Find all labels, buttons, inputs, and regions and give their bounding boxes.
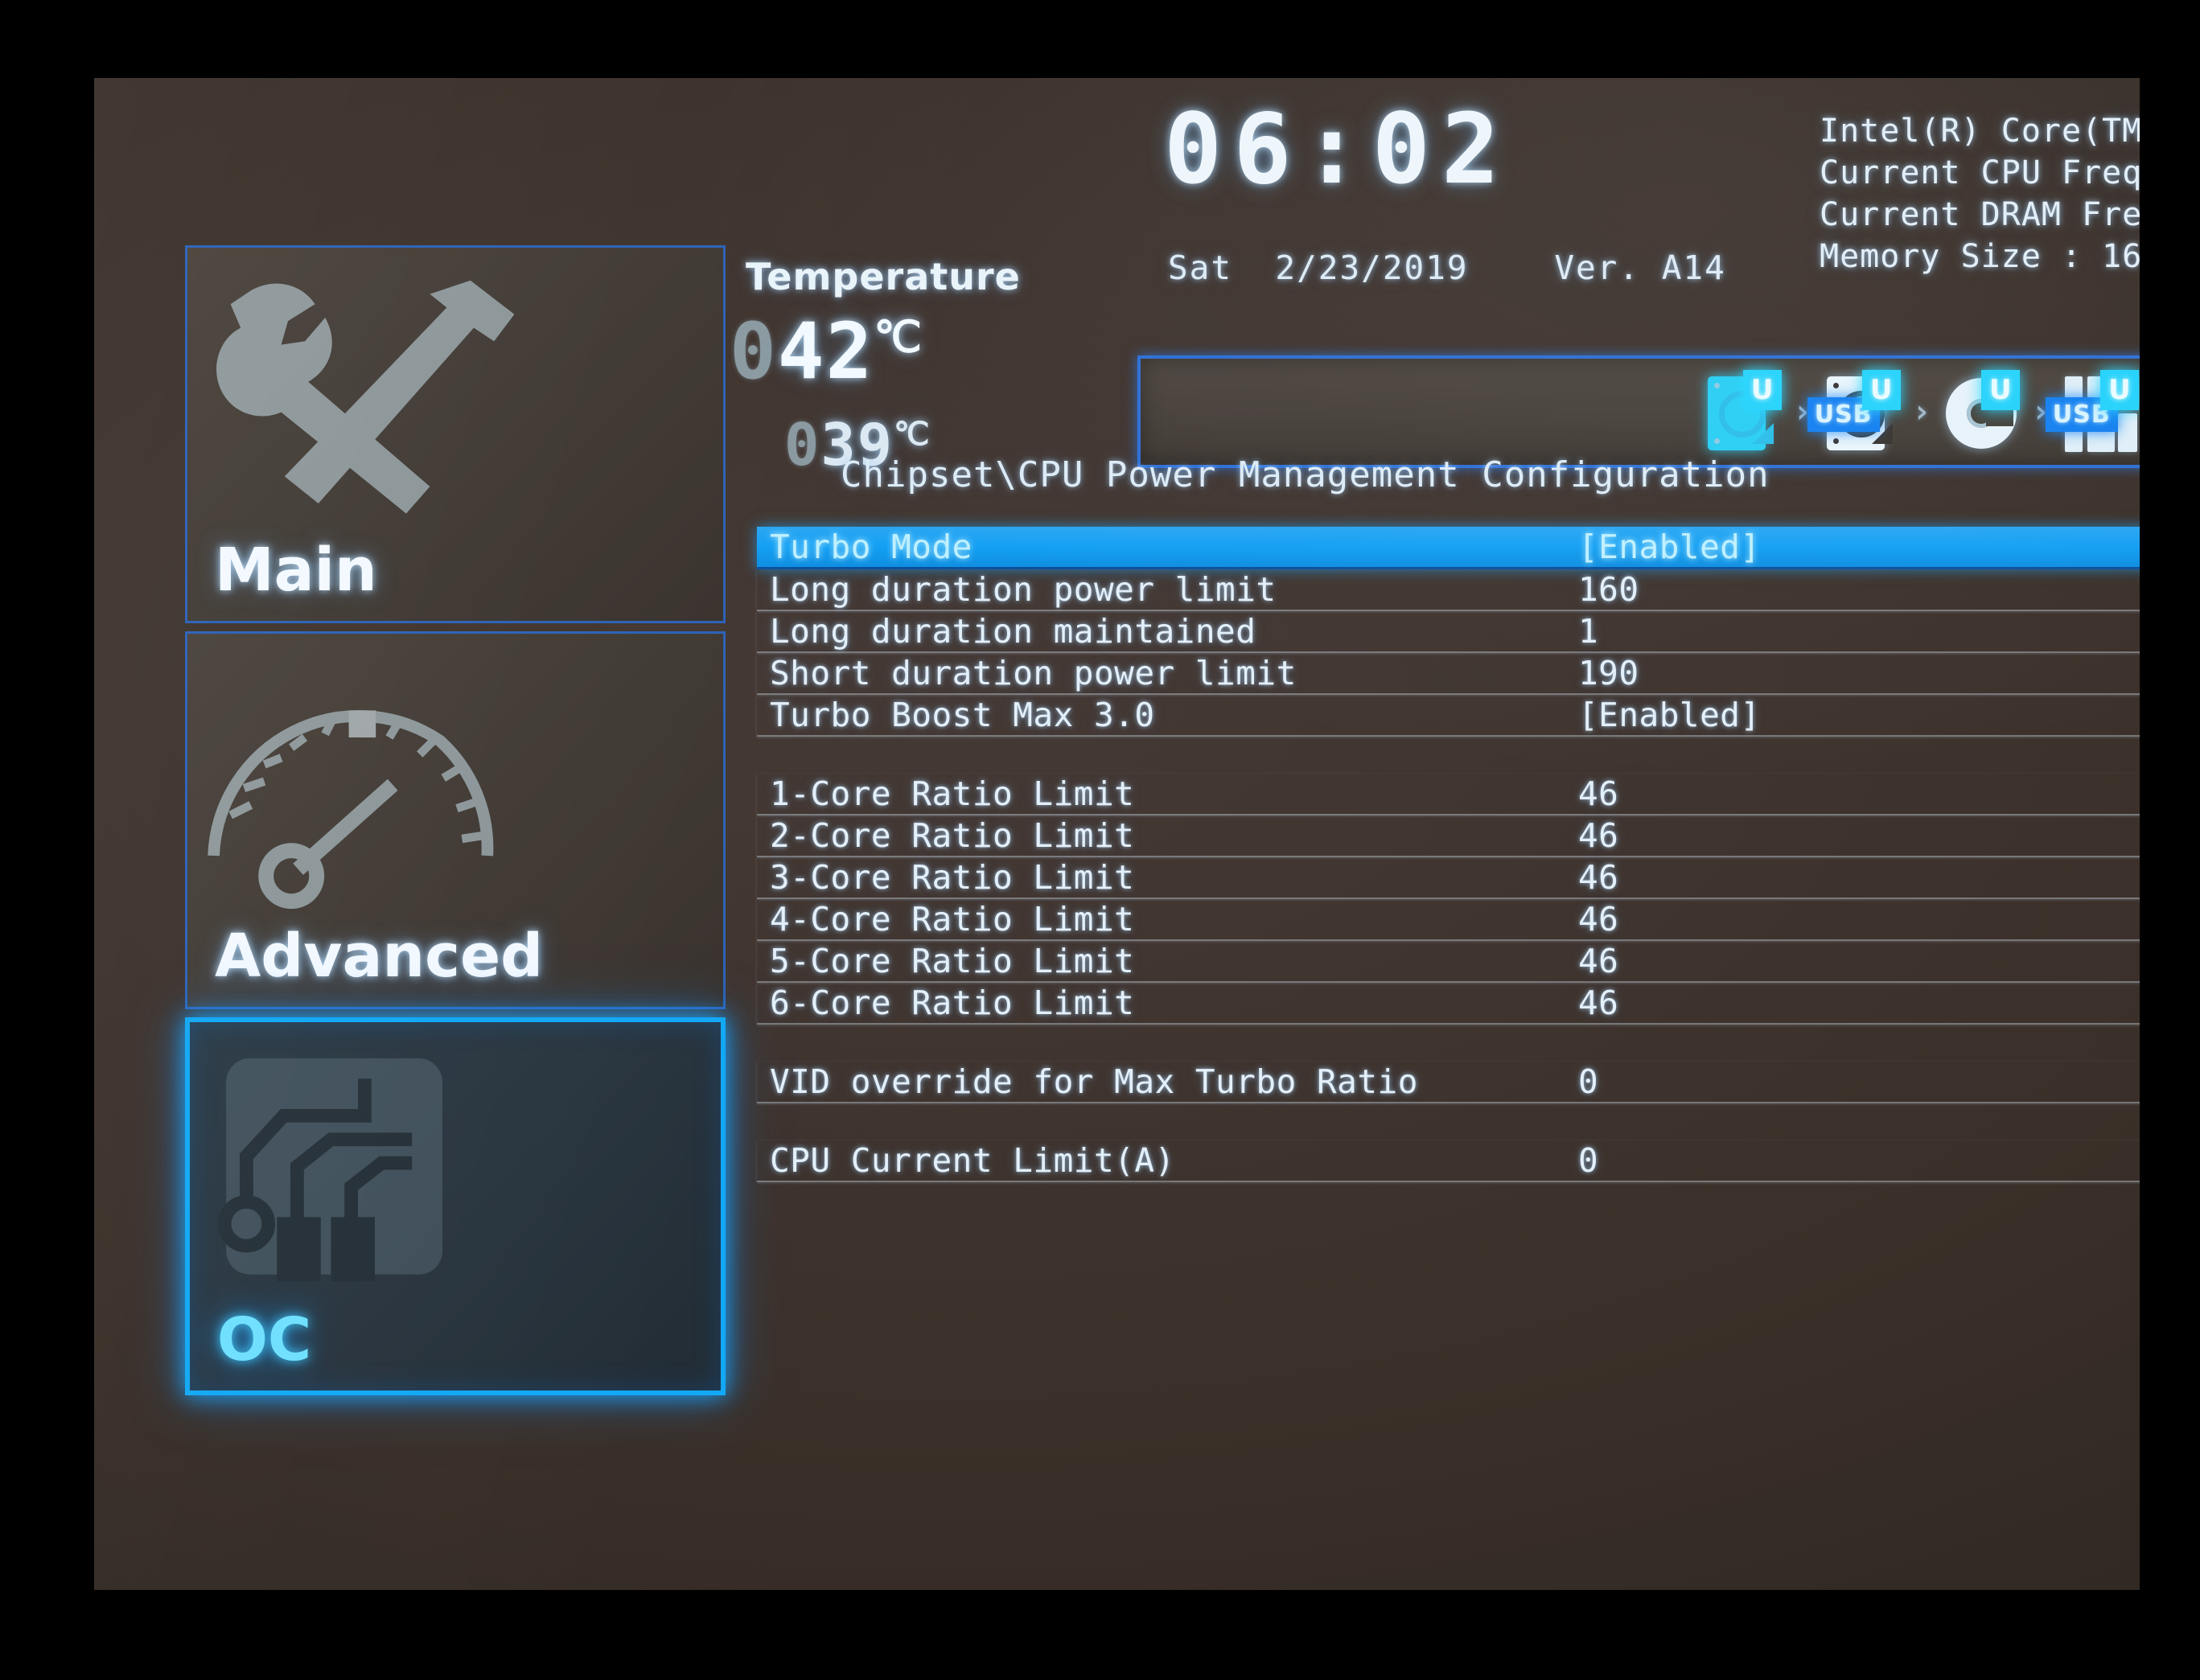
settings-row[interactable]: Long duration power limit 160 — [757, 569, 2140, 611]
settings-row-label: 5-Core Ratio Limit — [770, 942, 1135, 980]
settings-row-label: 1-Core Ratio Limit — [770, 774, 1135, 813]
settings-row[interactable]: VID override for Max Turbo Ratio 0 — [757, 1062, 2140, 1103]
sidebar-item-advanced[interactable]: Advanced — [185, 631, 726, 1009]
settings-row-label: Long duration power limit — [770, 570, 1277, 609]
gauge-icon — [208, 710, 494, 910]
settings-row[interactable]: Short duration power limit 190 — [757, 653, 2140, 695]
settings-row[interactable]: Turbo Boost Max 3.0 [Enabled] — [757, 695, 2140, 737]
settings-row[interactable]: 4-Core Ratio Limit 46 — [757, 899, 2140, 941]
settings-row-value[interactable]: 46 — [1578, 816, 1618, 855]
settings-row[interactable]: 1-Core Ratio Limit 46 — [757, 774, 2140, 815]
settings-row-label: Short duration power limit — [770, 654, 1297, 692]
section-sidebar[interactable]: Main Advanced OC — [94, 245, 726, 1403]
breadcrumb: Chipset\CPU Power Management Configurati… — [841, 454, 1770, 495]
settings-row-value[interactable]: 46 — [1578, 858, 1618, 897]
settings-row-value[interactable]: 46 — [1578, 900, 1618, 939]
settings-row-spacer — [757, 1025, 2140, 1062]
settings-list[interactable]: Turbo Mode [Enabled] Long duration power l… — [757, 527, 2140, 1182]
sidebar-item-oc-label: OC — [217, 1305, 312, 1374]
settings-row-label: 2-Core Ratio Limit — [770, 816, 1135, 855]
sidebar-item-oc[interactable]: OC — [185, 1017, 726, 1395]
settings-row-label: Turbo Mode — [770, 528, 973, 566]
settings-row-value[interactable]: 190 — [1578, 654, 1639, 692]
settings-row-value[interactable]: [Enabled] — [1578, 528, 1761, 566]
settings-row-label: 3-Core Ratio Limit — [770, 858, 1135, 897]
settings-row-label: Turbo Boost Max 3.0 — [770, 696, 1155, 734]
sidebar-item-main-label: Main — [215, 536, 377, 605]
settings-row-value[interactable]: 160 — [1578, 570, 1639, 609]
settings-row[interactable]: Long duration maintained 1 — [757, 611, 2140, 653]
settings-row-value[interactable]: [Enabled] — [1578, 696, 1761, 734]
sidebar-item-main[interactable]: Main — [185, 245, 726, 623]
settings-row-value[interactable]: 1 — [1578, 612, 1598, 651]
settings-row-value[interactable]: 0 — [1578, 1141, 1598, 1180]
settings-row[interactable]: 3-Core Ratio Limit 46 — [757, 857, 2140, 899]
sidebar-item-advanced-label: Advanced — [215, 922, 544, 991]
settings-row[interactable]: 5-Core Ratio Limit 46 — [757, 941, 2140, 983]
settings-panel: Chipset\CPU Power Management Configurati… — [722, 78, 2140, 1590]
settings-row[interactable]: CPU Current Limit(A) 0 — [757, 1140, 2140, 1182]
tools-icon — [216, 280, 515, 514]
settings-row-label: Long duration maintained — [770, 612, 1256, 651]
settings-row-value[interactable]: 0 — [1578, 1062, 1598, 1101]
settings-row[interactable]: Turbo Mode [Enabled] — [757, 527, 2140, 569]
settings-row-label: VID override for Max Turbo Ratio — [770, 1062, 1418, 1101]
circuit-board-icon — [217, 1058, 442, 1282]
settings-row-value[interactable]: 46 — [1578, 774, 1618, 813]
bios-setup-screen: 06:02 Temperature CPU Motherboard System… — [94, 78, 2140, 1590]
settings-row[interactable]: 2-Core Ratio Limit 46 — [757, 815, 2140, 857]
settings-row-spacer — [757, 1103, 2140, 1140]
settings-row-label: 6-Core Ratio Limit — [770, 984, 1135, 1022]
bios-screen-photo: 06:02 Temperature CPU Motherboard System… — [0, 0, 2200, 1680]
settings-row-label: CPU Current Limit(A) — [770, 1141, 1175, 1180]
settings-row-label: 4-Core Ratio Limit — [770, 900, 1135, 939]
settings-row-value[interactable]: 46 — [1578, 942, 1618, 980]
settings-row-spacer — [757, 737, 2140, 774]
settings-row-value[interactable]: 46 — [1578, 984, 1618, 1022]
settings-row[interactable]: 6-Core Ratio Limit 46 — [757, 983, 2140, 1025]
